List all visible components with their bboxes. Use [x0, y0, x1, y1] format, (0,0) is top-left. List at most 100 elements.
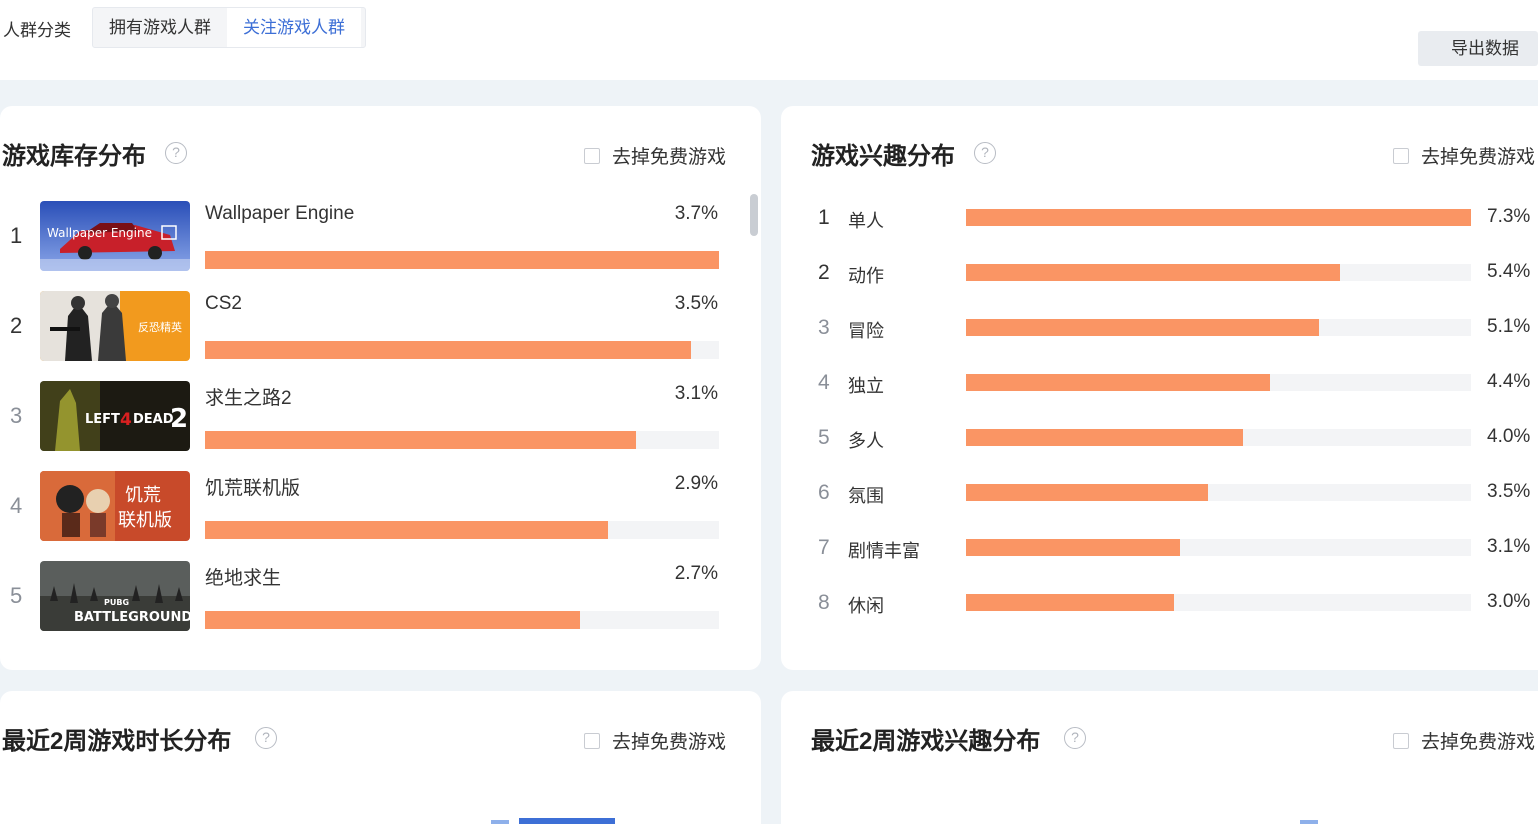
interest-percent: 3.1%	[1487, 536, 1531, 557]
share-bar	[966, 594, 1174, 611]
interest-percent: 3.0%	[1487, 591, 1531, 612]
share-bar-track	[966, 429, 1471, 446]
rank-number: 7	[818, 536, 830, 559]
share-bar-track	[966, 264, 1471, 281]
share-bar-track	[966, 319, 1471, 336]
game-percent: 3.5%	[674, 293, 718, 314]
interest-remove-free-label: 去掉免费游戏	[1421, 147, 1536, 168]
game-percent: 3.1%	[674, 383, 718, 404]
playtime-remove-free-checkbox[interactable]	[584, 732, 600, 749]
list-item[interactable]: 7 剧情丰富 3.1%	[781, 534, 1538, 564]
game-thumbnail-cs2: 反恐精英	[40, 291, 190, 361]
share-bar-track	[966, 209, 1471, 226]
tab-owned-games-crowd[interactable]: 拥有游戏人群	[93, 8, 227, 47]
list-item[interactable]: 1 单人 7.3%	[781, 204, 1538, 234]
svg-text:4: 4	[120, 410, 132, 430]
svg-text:LEFT: LEFT	[85, 412, 120, 427]
rank-number: 5	[10, 583, 23, 608]
rank-number: 3	[10, 403, 23, 428]
share-bar	[205, 431, 636, 449]
list-item[interactable]: 3 LEFT 4 DEAD 2 求生之路2 3.1%	[0, 381, 730, 451]
rank-number: 4	[10, 493, 23, 518]
list-item[interactable]: 1 Wallpaper Engine Wallpaper Engine 3.7%	[0, 201, 730, 271]
share-bar	[205, 341, 692, 359]
share-bar	[966, 209, 1471, 226]
share-bar	[966, 539, 1181, 556]
rank-number: 1	[818, 206, 830, 229]
svg-text:反恐精英: 反恐精英	[138, 320, 182, 334]
game-name: 绝地求生	[205, 568, 282, 589]
rank-number: 2	[818, 261, 830, 284]
game-name: Wallpaper Engine	[205, 203, 355, 224]
legend-swatch	[491, 820, 509, 824]
share-bar-track	[205, 341, 719, 359]
list-item[interactable]: 8 休闲 3.0%	[781, 589, 1538, 619]
rank-number: 2	[10, 313, 23, 338]
list-item[interactable]: 2 反恐精英 CS2 3.5%	[0, 291, 730, 361]
library-scrollbar[interactable]	[750, 194, 758, 236]
recent-interest-remove-free-toggle[interactable]: 去掉免费游戏	[1393, 727, 1535, 754]
interest-name: 独立	[848, 376, 884, 396]
interest-remove-free-checkbox[interactable]	[1393, 147, 1409, 164]
interest-percent: 4.4%	[1487, 371, 1531, 392]
game-name: 求生之路2	[205, 388, 292, 409]
share-bar-track	[205, 431, 719, 449]
share-bar	[205, 521, 608, 539]
filter-bar: 人群分类 拥有游戏人群 关注游戏人群 导出数据	[0, 0, 1538, 80]
list-item[interactable]: 5 多人 4.0%	[781, 424, 1538, 454]
interest-name: 动作	[848, 266, 884, 286]
share-bar	[966, 484, 1209, 501]
question-circle-icon[interactable]: ?	[1064, 727, 1086, 749]
interest-percent: 4.0%	[1487, 426, 1531, 447]
playtime-remove-free-label: 去掉免费游戏	[612, 732, 727, 753]
library-panel: 游戏库存分布 ? 去掉免费游戏 1 Wallpaper Engine Wallp…	[0, 106, 761, 670]
share-bar	[205, 251, 719, 269]
list-item[interactable]: 2 动作 5.4%	[781, 259, 1538, 289]
interest-percent: 5.1%	[1487, 316, 1531, 337]
share-bar-track	[205, 251, 719, 269]
interest-remove-free-toggle[interactable]: 去掉免费游戏	[1393, 142, 1535, 169]
list-item[interactable]: 4 饥荒 联机版 饥荒联机版 2.9%	[0, 471, 730, 541]
rank-number: 3	[818, 316, 830, 339]
share-bar	[205, 611, 581, 629]
playtime-title: 最近2周游戏时长分布	[2, 728, 232, 755]
interest-name: 多人	[848, 431, 884, 451]
playtime-remove-free-toggle[interactable]: 去掉免费游戏	[584, 727, 726, 754]
share-bar	[966, 264, 1340, 281]
legend-swatch	[1300, 820, 1318, 824]
crowd-tabs: 拥有游戏人群 关注游戏人群	[92, 7, 366, 48]
rank-number: 5	[818, 426, 830, 449]
list-item[interactable]: 4 独立 4.4%	[781, 369, 1538, 399]
library-remove-free-checkbox[interactable]	[584, 147, 600, 164]
question-circle-icon[interactable]: ?	[255, 727, 277, 749]
share-bar	[966, 429, 1243, 446]
rank-number: 8	[818, 591, 830, 614]
library-remove-free-toggle[interactable]: 去掉免费游戏	[584, 142, 726, 169]
interest-name: 休闲	[848, 596, 884, 616]
share-bar-track	[966, 594, 1471, 611]
share-bar-track	[966, 484, 1471, 501]
recent-interest-remove-free-checkbox[interactable]	[1393, 732, 1409, 749]
game-thumbnail-wallpaper-engine: Wallpaper Engine	[40, 201, 190, 271]
legend-highlight	[519, 818, 615, 824]
question-circle-icon[interactable]: ?	[165, 142, 187, 164]
export-data-button[interactable]: 导出数据	[1418, 31, 1538, 66]
library-title: 游戏库存分布	[2, 143, 146, 170]
game-name: CS2	[205, 293, 242, 314]
list-item[interactable]: 3 冒险 5.1%	[781, 314, 1538, 344]
tab-followed-games-crowd[interactable]: 关注游戏人群	[227, 8, 361, 47]
svg-text:Wallpaper Engine: Wallpaper Engine	[47, 226, 152, 240]
game-percent: 2.7%	[674, 563, 718, 584]
library-remove-free-label: 去掉免费游戏	[612, 147, 727, 168]
svg-text:联机版: 联机版	[118, 510, 172, 531]
game-name: 饥荒联机版	[205, 478, 301, 499]
rank-number: 4	[818, 371, 830, 394]
list-item[interactable]: 5 PUBG BATTLEGROUNDS 绝地求生 2.7%	[0, 561, 730, 631]
svg-text:2: 2	[170, 404, 188, 434]
list-item[interactable]: 6 氛围 3.5%	[781, 479, 1538, 509]
svg-text:DEAD: DEAD	[133, 412, 174, 427]
question-circle-icon[interactable]: ?	[974, 142, 996, 164]
interest-percent: 7.3%	[1487, 206, 1531, 227]
rank-number: 1	[10, 223, 23, 248]
game-thumbnail-pubg: PUBG BATTLEGROUNDS	[40, 561, 190, 631]
